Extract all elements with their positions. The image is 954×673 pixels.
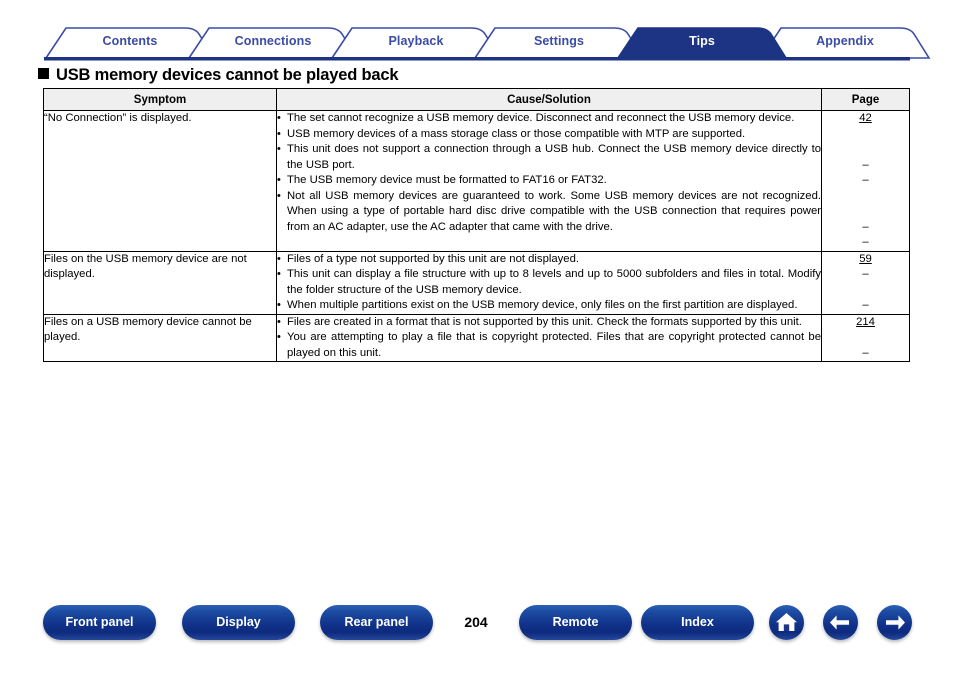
rear-panel-button[interactable]: Rear panel <box>320 605 433 640</box>
symptom-cell: Files on the USB memory device are not d… <box>43 250 277 315</box>
page-cell: 42 – – – – <box>821 110 910 252</box>
column-header-symptom: Symptom <box>43 88 277 111</box>
page-dash: – <box>862 220 869 233</box>
cause-cell: The set cannot recognize a USB memory de… <box>276 110 822 252</box>
front-panel-button[interactable]: Front panel <box>43 605 156 640</box>
table-row: Files on a USB memory device cannot be p… <box>43 313 910 362</box>
cause-item: The USB memory device must be formatted … <box>277 173 821 189</box>
page-link[interactable]: 42 <box>859 112 872 124</box>
tab-connections[interactable]: Connections <box>203 24 343 58</box>
cause-item: Files are created in a format that is no… <box>277 315 821 331</box>
forward-arrow-icon <box>886 615 905 630</box>
footer-nav: Front panel Display Rear panel 204 Remot… <box>0 605 954 651</box>
tab-appendix[interactable]: Appendix <box>775 24 915 58</box>
symptom-cell: Files on a USB memory device cannot be p… <box>43 313 277 362</box>
bullet-square-icon <box>38 68 49 79</box>
troubleshooting-table: Symptom Cause/Solution Page “No Connecti… <box>43 88 910 362</box>
page-dash: – <box>862 299 869 311</box>
home-icon <box>776 613 797 631</box>
tab-playback[interactable]: Playback <box>346 24 486 58</box>
cause-item: When multiple partitions exist on the US… <box>277 298 821 314</box>
cause-item: This unit does not support a connection … <box>277 142 821 173</box>
remote-button[interactable]: Remote <box>519 605 632 640</box>
cause-item: This unit can display a file structure w… <box>277 267 821 298</box>
page-title-text: USB memory devices cannot be played back <box>56 66 399 84</box>
cause-item: The set cannot recognize a USB memory de… <box>277 111 821 127</box>
display-button[interactable]: Display <box>182 605 295 640</box>
cause-item: Files of a type not supported by this un… <box>277 252 821 268</box>
page-link[interactable]: 214 <box>856 316 875 328</box>
page-dash: – <box>862 174 869 186</box>
cause-list: Files are created in a format that is no… <box>277 315 821 362</box>
back-button[interactable] <box>823 605 858 640</box>
cause-list: The set cannot recognize a USB memory de… <box>277 111 821 235</box>
column-header-cause: Cause/Solution <box>276 88 822 111</box>
page-dash: – <box>862 158 869 171</box>
page-dash: – <box>862 236 869 248</box>
column-header-page: Page <box>821 88 910 111</box>
home-button[interactable] <box>769 605 804 640</box>
symptom-cell: “No Connection” is displayed. <box>43 110 277 252</box>
tab-tips[interactable]: Tips <box>632 24 772 58</box>
tab-settings[interactable]: Settings <box>489 24 629 58</box>
page-title: USB memory devices cannot be played back <box>38 66 399 85</box>
cause-item: USB memory devices of a mass storage cla… <box>277 127 821 143</box>
page-dash: – <box>862 268 869 280</box>
table-header-row: Symptom Cause/Solution Page <box>43 88 910 111</box>
page-cell: 59 – – <box>821 250 910 315</box>
page-number: 204 <box>464 614 488 630</box>
forward-button[interactable] <box>877 605 912 640</box>
tab-bar: Contents Connections Playback Settings T… <box>0 24 954 62</box>
cause-list: Files of a type not supported by this un… <box>277 252 821 314</box>
cause-item: You are attempting to play a file that i… <box>277 330 821 361</box>
cause-cell: Files of a type not supported by this un… <box>276 250 822 315</box>
cause-cell: Files are created in a format that is no… <box>276 313 822 362</box>
table-row: Files on the USB memory device are not d… <box>43 250 910 315</box>
page-dash: – <box>862 346 869 359</box>
page-cell: 214 – <box>821 313 910 362</box>
back-arrow-icon <box>830 615 849 630</box>
cause-item: Not all USB memory devices are guarantee… <box>277 189 821 236</box>
tab-contents[interactable]: Contents <box>60 24 200 58</box>
table-row: “No Connection” is displayed. The set ca… <box>43 110 910 252</box>
page-link[interactable]: 59 <box>859 253 872 265</box>
index-button[interactable]: Index <box>641 605 754 640</box>
